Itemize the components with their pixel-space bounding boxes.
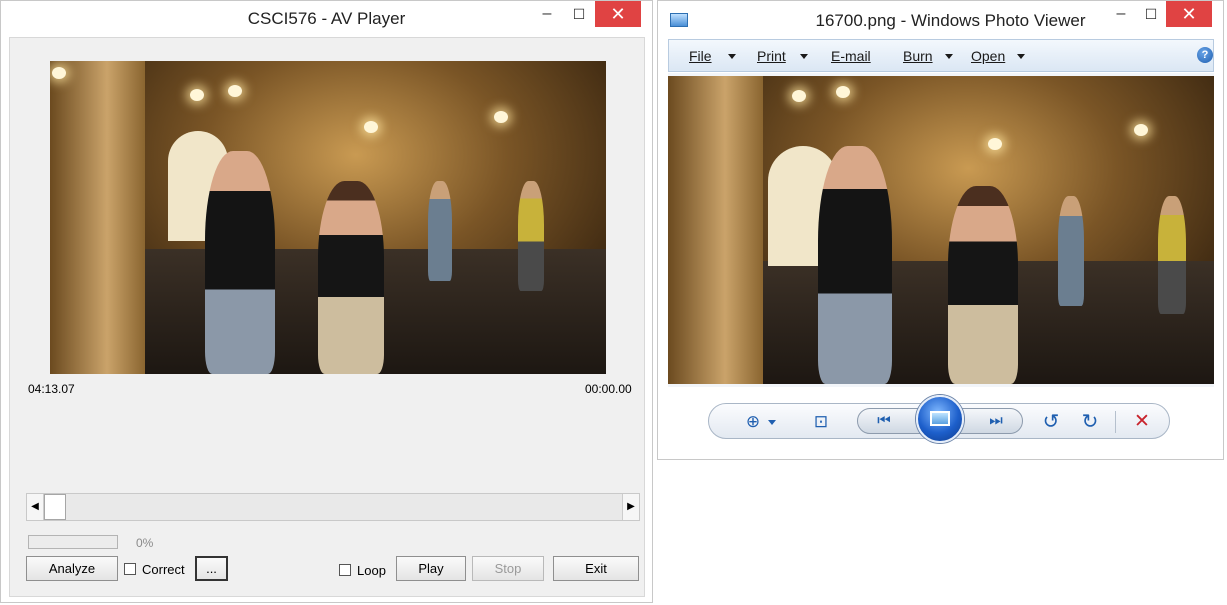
photo-image[interactable] [668,76,1214,384]
menu-open[interactable]: Open [971,48,1005,64]
help-icon[interactable]: ? [1197,47,1213,63]
close-button[interactable]: ✕ [1166,1,1212,27]
loop-checkbox[interactable] [339,564,351,576]
actual-size-icon[interactable]: ⊡ [809,410,833,434]
menu-print[interactable]: Print [757,48,786,64]
analysis-progress-bar [28,535,118,549]
minimize-button[interactable]: ‒ [532,1,562,27]
scene-lamp [988,138,1002,150]
scene-lamp [836,86,850,98]
av-player-window: CSCI576 - AV Player ‒ ☐ ✕ 04:13.07 00:00… [0,0,653,603]
menu-file-label: File [689,48,712,64]
chevron-down-icon[interactable] [800,54,808,59]
delete-icon[interactable]: ✕ [1130,410,1154,434]
scene-person-woman [318,181,384,374]
time-left-label: 04:13.07 [28,382,75,396]
menu-print-label: Print [757,48,786,64]
scene-person-woman [948,186,1018,384]
scene-lamp [792,90,806,102]
av-player-client-area: 04:13.07 00:00.00 ◀ ▶ 0% Analyze Correct… [9,37,645,597]
menu-email-label: E-mail [831,48,871,64]
scene-lamp [190,89,204,101]
correct-label[interactable]: Correct [142,562,185,577]
rotate-counterclockwise-icon[interactable]: ↺ [1039,410,1063,434]
rotate-clockwise-icon[interactable]: ↻ [1078,410,1102,434]
play-button[interactable]: Play [396,556,466,581]
chevron-down-icon[interactable] [728,54,736,59]
next-icon[interactable]: ⏭ [984,409,1008,433]
time-right-label: 00:00.00 [585,382,632,396]
correct-checkbox[interactable] [124,563,136,575]
chevron-down-icon[interactable] [945,54,953,59]
stop-button[interactable]: Stop [472,556,544,581]
slideshow-button[interactable] [916,395,964,443]
exit-button[interactable]: Exit [553,556,639,581]
zoom-icon[interactable]: ⊕ [741,410,765,434]
av-player-titlebar[interactable]: CSCI576 - AV Player ‒ ☐ ✕ [1,1,652,37]
scene-person-background [518,181,544,291]
scene-lamp [52,67,66,79]
progress-percent-label: 0% [136,536,154,550]
loop-label[interactable]: Loop [357,563,386,578]
scroll-right-arrow-icon[interactable]: ▶ [622,494,639,520]
scene-pillar [668,76,763,384]
scene-pillar [50,61,145,374]
photo-viewer-menubar: File Print E-mail Burn Open ? [668,39,1214,72]
menu-burn[interactable]: Burn [903,48,933,64]
slideshow-icon [930,411,950,426]
menu-email[interactable]: E-mail [831,48,871,64]
menu-open-label: Open [971,48,1006,64]
scene-lamp [228,85,242,97]
scroll-left-arrow-icon[interactable]: ◀ [27,494,44,520]
browse-button[interactable]: ... [195,556,228,581]
toolbar-separator [1115,411,1116,433]
maximize-button[interactable]: ☐ [1136,1,1166,27]
scene-lamp [364,121,378,133]
menu-burn-label: Burn [903,48,933,64]
analyze-button[interactable]: Analyze [26,556,118,581]
scene-person-man [205,151,275,374]
scene-lamp [494,111,508,123]
scene-person-background [1058,196,1084,306]
video-frame[interactable] [50,61,606,374]
chevron-down-icon[interactable] [1017,54,1025,59]
photo-viewer-window: 16700.png - Windows Photo Viewer ‒ ☐ ✕ F… [657,0,1224,460]
minimize-button[interactable]: ‒ [1106,1,1136,27]
seek-thumb[interactable] [44,494,66,520]
chevron-down-icon[interactable] [768,420,776,425]
seek-scrollbar[interactable]: ◀ ▶ [26,493,640,521]
close-button[interactable]: ✕ [595,1,641,27]
photo-viewer-toolbar: ⊕ ⊡ ⏮ ⏭ ↺ ↻ ✕ [708,395,1170,443]
menu-file[interactable]: File [689,48,712,64]
scene-person-man [818,146,892,384]
maximize-button[interactable]: ☐ [564,1,594,27]
scene-lamp [1134,124,1148,136]
scene-person-background [1158,196,1186,314]
scene-person-background [428,181,452,281]
previous-icon[interactable]: ⏮ [872,409,896,433]
